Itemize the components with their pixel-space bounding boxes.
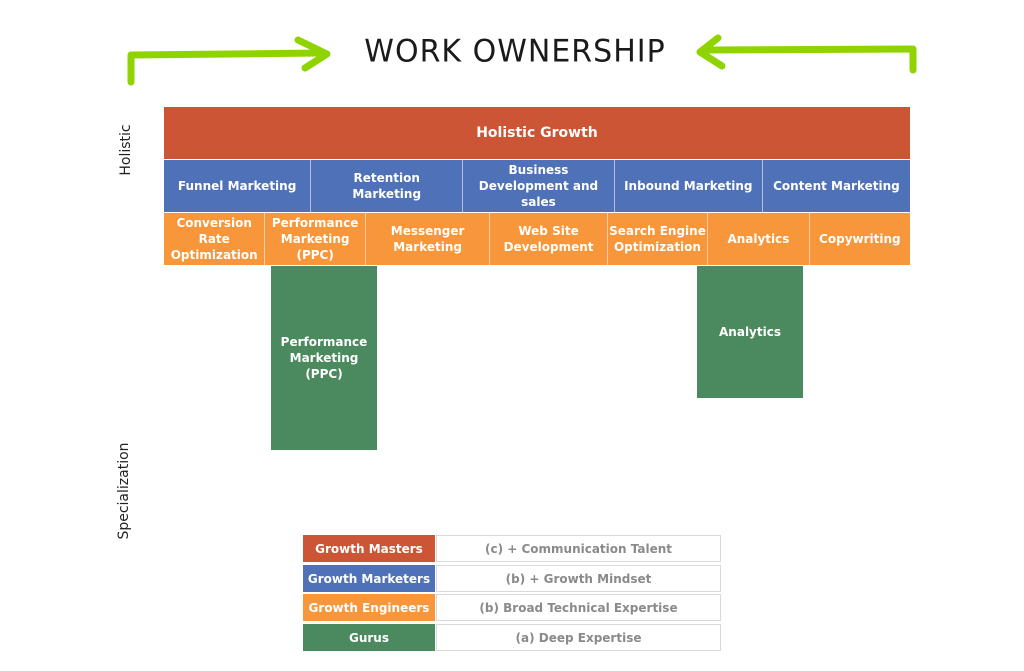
engineer-cell: Conversion Rate Optimization [164,213,266,265]
legend-key: Growth Masters [303,535,435,562]
legend-row-gurus: Gurus (a) Deep Expertise [303,624,721,651]
guru-block-analytics: Analytics [697,266,803,398]
left-arrow-icon [127,49,324,86]
marketers-row: Funnel Marketing Retention Marketing Bus… [164,160,910,212]
legend-key: Growth Engineers [303,594,435,621]
engineer-cell: Messenger Marketing [365,213,491,265]
legend-row-marketers: Growth Marketers (b) + Growth Mindset [303,565,721,592]
engineer-cell: Search Engine Optimization [607,213,709,265]
engineer-cell: Web Site Development [490,213,608,265]
legend-desc: (b) Broad Technical Expertise [436,594,721,621]
diagram-title: WORK OWNERSHIP [364,33,666,70]
legend-desc: (c) + Communication Talent [436,535,721,562]
legend-key: Gurus [303,624,435,651]
engineer-cell: Analytics [708,213,810,265]
engineers-row: Conversion Rate Optimization Performance… [164,213,911,265]
legend-row-masters: Growth Masters (c) + Communication Talen… [303,535,721,562]
holistic-growth-block: Holistic Growth [164,107,910,159]
marketer-cell: Content Marketing [762,160,910,212]
legend-row-engineers: Growth Engineers (b) Broad Technical Exp… [303,594,721,621]
marketer-cell: Retention Marketing [311,160,464,212]
guru-block-ppc: Performance Marketing (PPC) [271,266,377,450]
marketer-cell: Business Development and sales [463,160,615,212]
right-arrow-icon [701,45,917,74]
axis-label-holistic: Holistic [118,124,134,176]
axis-label-specialization: Specialization [116,442,132,540]
engineer-cell: Copywriting [809,213,911,265]
engineer-cell: Performance Marketing (PPC) [265,213,366,265]
legend-desc: (b) + Growth Mindset [436,565,721,592]
legend-key: Growth Marketers [303,565,435,592]
marketer-cell: Funnel Marketing [164,160,312,212]
legend-desc: (a) Deep Expertise [436,624,721,651]
marketer-cell: Inbound Marketing [614,160,763,212]
